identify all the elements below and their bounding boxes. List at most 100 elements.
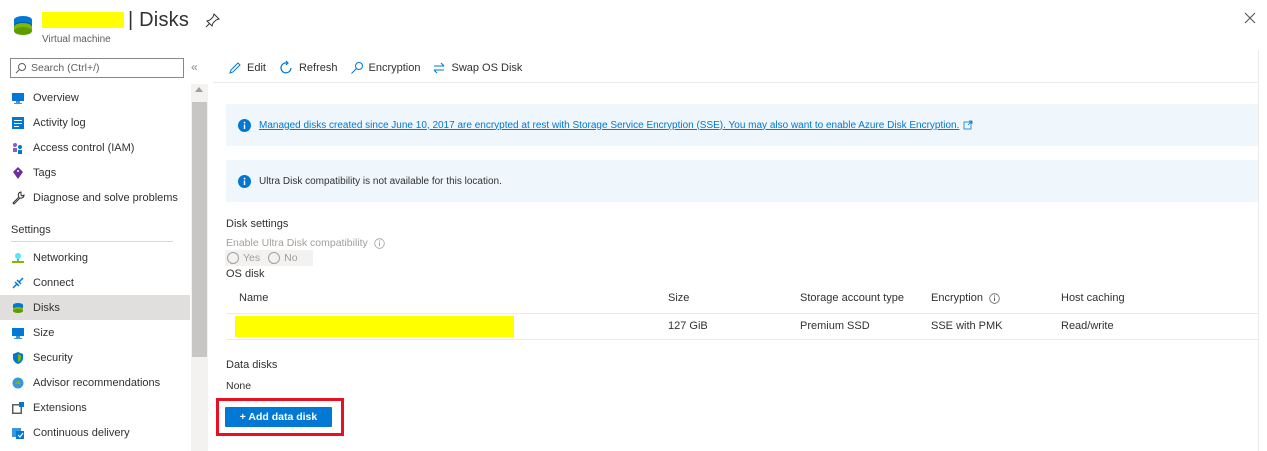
- scroll-up-arrow-icon[interactable]: [195, 87, 203, 92]
- refresh-label: Refresh: [298, 62, 338, 74]
- refresh-button[interactable]: Refresh: [278, 60, 338, 76]
- edit-button[interactable]: Edit: [228, 61, 266, 75]
- column-header-name: Name: [239, 292, 269, 304]
- people-icon: [13, 142, 22, 154]
- data-disks-empty: None: [226, 380, 252, 392]
- sidebar-item-label: Size: [33, 326, 55, 339]
- sidebar-item-label: Security: [33, 351, 73, 364]
- encryption-info-banner: Managed disks created since June 10, 201…: [226, 104, 1258, 146]
- pencil-icon: [229, 62, 241, 74]
- monitor-icon: [12, 327, 24, 339]
- swap-os-disk-button[interactable]: Swap OS Disk: [432, 61, 522, 75]
- monitor-icon: [12, 92, 24, 104]
- swap-icon: [434, 62, 445, 74]
- sidebar-item-label: Overview: [33, 91, 79, 104]
- ultra-disk-info-banner: Ultra Disk compatibility is not availabl…: [226, 160, 1258, 202]
- sidebar-item-activity-log[interactable]: Activity log: [0, 110, 190, 135]
- os-disk-heading: OS disk: [226, 268, 265, 280]
- column-header-host-caching: Host caching: [1061, 292, 1125, 304]
- blade-right-border: [1258, 50, 1259, 451]
- refresh-icon: [280, 60, 292, 74]
- highlight-box: + Add data disk: [216, 398, 344, 436]
- close-icon[interactable]: [1243, 11, 1257, 25]
- sidebar-item-access-control[interactable]: Access control (IAM): [0, 135, 190, 160]
- command-bar: Edit Refresh Encryption Swap OS Disk: [228, 57, 534, 79]
- sidebar-item-tags[interactable]: Tags: [0, 160, 190, 185]
- sidebar-item-label: Advisor recommendations: [33, 376, 161, 389]
- toolbar-divider: [213, 82, 1258, 83]
- sidebar-item-label: Diagnose and solve problems: [33, 191, 178, 204]
- pin-icon[interactable]: [205, 12, 221, 28]
- connect-icon: [12, 276, 24, 289]
- resource-menu: « Overview Activity log Access control (…: [0, 55, 212, 451]
- add-data-disk-button[interactable]: + Add data disk: [225, 407, 332, 427]
- radio-yes-label: Yes: [243, 252, 261, 264]
- external-link-icon[interactable]: [963, 120, 973, 130]
- cell-host-caching: Read/write: [1061, 320, 1114, 332]
- virtual-machine-icon: [14, 16, 32, 35]
- section-settings: Settings: [11, 224, 51, 236]
- network-icon: [12, 252, 24, 263]
- info-outline-icon: [989, 292, 1000, 304]
- swap-label: Swap OS Disk: [451, 62, 523, 74]
- column-header-size: Size: [668, 292, 690, 304]
- radio-circle-icon: [268, 252, 281, 264]
- table-header-divider: [226, 313, 1258, 314]
- sidebar-item-label: Continuous delivery: [33, 426, 130, 439]
- sidebar-item-overview[interactable]: Overview: [0, 85, 190, 110]
- sidebar-item-continuous-delivery[interactable]: Continuous delivery: [0, 420, 190, 445]
- activity-log-icon: [12, 116, 24, 129]
- delivery-icon: [12, 427, 24, 439]
- column-header-encryption: Encryption: [931, 292, 1000, 304]
- ultra-disk-label: Enable Ultra Disk compatibility: [226, 237, 385, 249]
- collapse-menu-button[interactable]: «: [191, 60, 198, 74]
- radio-no[interactable]: No: [268, 252, 298, 264]
- sidebar-item-label: Extensions: [33, 401, 87, 414]
- sidebar-item-label: Activity log: [33, 116, 86, 129]
- search-icon: [15, 63, 26, 74]
- column-header-encryption-label: Encryption: [931, 292, 983, 304]
- encryption-label: Encryption: [368, 62, 421, 74]
- sidebar-item-advisor[interactable]: Advisor recommendations: [0, 370, 190, 395]
- blade-header: | Disks Virtual machine: [0, 0, 1267, 50]
- sidebar-item-size[interactable]: Size: [0, 320, 190, 345]
- cell-storage-type: Premium SSD: [800, 320, 870, 332]
- scroll-thumb[interactable]: [192, 102, 207, 357]
- ultra-disk-label-text: Enable Ultra Disk compatibility: [226, 237, 368, 249]
- tag-icon: [13, 166, 23, 179]
- key-icon: [350, 62, 363, 74]
- sidebar-item-extensions[interactable]: Extensions: [0, 395, 190, 420]
- radio-yes[interactable]: Yes: [227, 252, 260, 264]
- page-title: | Disks: [128, 9, 190, 31]
- ultra-disk-radio-group: Yes No: [225, 250, 313, 266]
- wrench-icon: [12, 190, 25, 205]
- sidebar-item-security[interactable]: Security: [0, 345, 190, 370]
- cell-size: 127 GiB: [668, 320, 708, 332]
- sidebar-item-label: Disks: [33, 301, 60, 314]
- data-disks-heading: Data disks: [226, 359, 278, 371]
- section-divider: [11, 241, 173, 242]
- shield-icon: [13, 351, 23, 364]
- encryption-info-link[interactable]: Managed disks created since June 10, 201…: [259, 120, 959, 131]
- redacted-disk-name[interactable]: [235, 316, 514, 337]
- sidebar-item-label: Connect: [33, 276, 74, 289]
- search-input[interactable]: [31, 61, 179, 75]
- info-outline-icon: [374, 238, 385, 249]
- ultra-disk-info-text: Ultra Disk compatibility is not availabl…: [259, 175, 502, 187]
- column-header-storage-type: Storage account type: [800, 292, 904, 304]
- menu-scrollbar[interactable]: [191, 84, 208, 451]
- sidebar-item-label: Access control (IAM): [33, 141, 135, 154]
- disk-settings-heading: Disk settings: [226, 218, 289, 230]
- sidebar-item-disks[interactable]: Disks: [0, 295, 190, 320]
- search-box[interactable]: [10, 58, 184, 78]
- sidebar-item-label: Networking: [33, 251, 89, 264]
- cell-encryption: SSE with PMK: [931, 320, 1003, 332]
- sidebar-item-diagnose[interactable]: Diagnose and solve problems: [0, 185, 190, 210]
- disk-icon: [13, 302, 23, 313]
- encryption-button[interactable]: Encryption: [350, 61, 421, 75]
- sidebar-item-connect[interactable]: Connect: [0, 270, 190, 295]
- advisor-icon: [12, 377, 24, 388]
- extensions-icon: [12, 401, 24, 414]
- sidebar-item-networking[interactable]: Networking: [0, 245, 190, 270]
- edit-label: Edit: [247, 62, 266, 74]
